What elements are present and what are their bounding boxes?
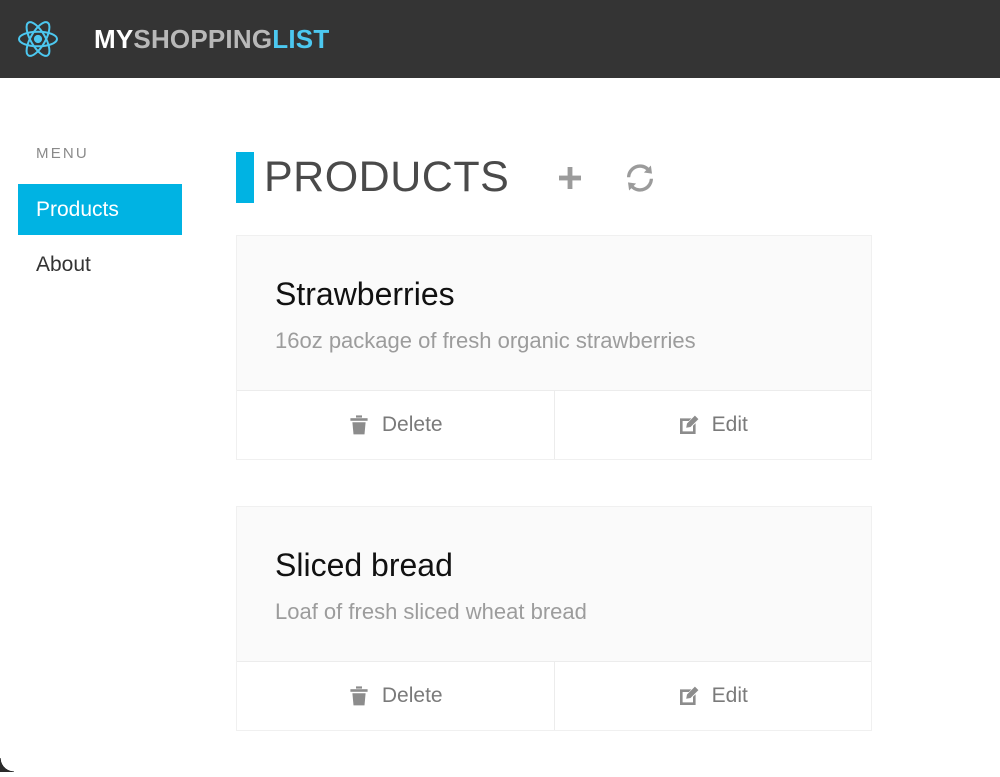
edit-product-button[interactable]: Edit	[553, 662, 871, 731]
sidebar-item-products[interactable]: Products	[18, 184, 182, 235]
product-card-footer: Delete Edit	[237, 390, 871, 460]
brand-part-list: LIST	[272, 24, 330, 54]
delete-product-label: Delete	[381, 413, 443, 437]
edit-product-label: Edit	[711, 684, 748, 708]
product-card-body: Sliced bread Loaf of fresh sliced wheat …	[237, 507, 871, 662]
page-title-row: PRODUCTS	[236, 145, 655, 268]
product-card-footer: Delete Edit	[237, 661, 871, 731]
sidebar-item-about[interactable]: About	[18, 239, 182, 290]
trash-icon	[348, 685, 370, 707]
plus-icon	[559, 167, 582, 189]
trash-icon	[348, 414, 370, 436]
edit-product-label: Edit	[711, 413, 748, 437]
brand-title: MYSHOPPINGLIST	[94, 26, 329, 52]
refresh-icon	[627, 164, 654, 192]
product-description: 16oz package of fresh organic strawberri…	[275, 327, 696, 353]
product-title: Strawberries	[275, 276, 455, 312]
product-description: Loaf of fresh sliced wheat bread	[275, 598, 587, 624]
product-card: Sliced bread Loaf of fresh sliced wheat …	[236, 506, 872, 732]
add-product-button[interactable]	[555, 163, 585, 193]
page-title: PRODUCTS	[264, 153, 510, 201]
product-list: Strawberries 16oz package of fresh organ…	[236, 235, 872, 777]
react-atom-logo-icon	[16, 17, 60, 61]
main-content: PRODUCTS Strawberries 16oz package of fr…	[236, 78, 1000, 772]
brand-part-my: MY	[94, 24, 134, 54]
sidebar-heading: MENU	[36, 145, 89, 162]
refresh-products-button[interactable]	[625, 163, 655, 193]
edit-pencil-icon	[678, 685, 700, 707]
page-title-block: PRODUCTS	[236, 152, 531, 203]
brand-part-shopping: SHOPPING	[133, 24, 273, 54]
delete-product-button[interactable]: Delete	[237, 391, 554, 460]
sidebar: MENU Products About	[0, 78, 236, 772]
sidebar-menu-list: Products About	[18, 184, 200, 290]
product-card-body: Strawberries 16oz package of fresh organ…	[237, 236, 871, 391]
delete-product-button[interactable]: Delete	[237, 662, 554, 731]
top-navbar: MYSHOPPINGLIST	[0, 0, 1000, 78]
edit-pencil-icon	[678, 414, 700, 436]
delete-product-label: Delete	[381, 684, 443, 708]
page-body: MENU Products About PRODUCTS Strawberrie…	[0, 78, 1000, 772]
product-title: Sliced bread	[275, 547, 453, 584]
product-card: Strawberries 16oz package of fresh organ…	[236, 235, 872, 461]
title-accent-bar	[236, 152, 254, 203]
edit-product-button[interactable]: Edit	[553, 391, 871, 460]
